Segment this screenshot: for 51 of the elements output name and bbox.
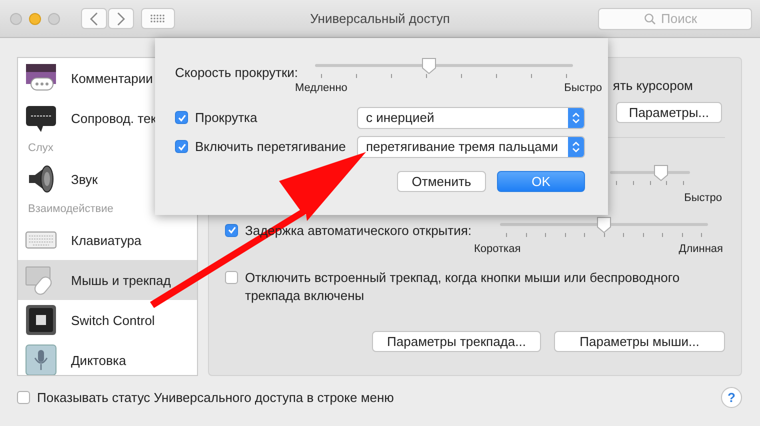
checkbox-label: Включить перетягивание	[195, 139, 346, 154]
grid-icon	[150, 14, 166, 24]
sidebar-item[interactable]: Диктовка	[18, 340, 197, 375]
zoom-icon[interactable]	[48, 12, 60, 24]
close-icon[interactable]	[10, 12, 22, 24]
slider-thumb[interactable]	[596, 216, 612, 234]
window-title: Универсальный доступ	[309, 11, 451, 26]
slider-label: Быстро	[684, 192, 722, 204]
checkbox[interactable]	[17, 391, 30, 404]
checkmark-icon	[176, 112, 186, 122]
checkbox[interactable]	[225, 271, 238, 284]
sidebar-item[interactable]: Switch Control	[18, 300, 197, 340]
popup-menu[interactable]: перетягивание тремя пальцами	[357, 136, 585, 158]
option-label: ять курсором	[612, 78, 693, 93]
checkmark-icon	[176, 142, 186, 152]
stepper-icon	[568, 108, 584, 128]
back-button[interactable]	[81, 8, 107, 29]
stepper-icon	[568, 136, 584, 156]
slider-thumb[interactable]	[420, 57, 437, 75]
slider-label: Скорость прокрутки:	[175, 65, 298, 80]
slider-label: Короткая	[474, 243, 521, 255]
search-icon	[644, 12, 656, 24]
slider-label: Длинная	[678, 243, 723, 255]
slider-thumb[interactable]	[653, 164, 670, 182]
checkbox[interactable]	[175, 140, 188, 153]
sidebar-item[interactable]: Клавиатура	[18, 220, 197, 260]
settings-button[interactable]: Параметры мыши...	[554, 331, 725, 352]
help-button[interactable]: ?	[721, 387, 742, 408]
checkbox-label: Прокрутка	[195, 110, 258, 125]
checkbox-label: Показывать статус Универсального доступа в строке меню	[37, 390, 394, 405]
checkmark-icon	[226, 225, 236, 235]
chevron-right-icon	[116, 12, 126, 26]
search-field[interactable]: Поиск	[598, 8, 752, 30]
switch-icon	[25, 304, 57, 336]
slider-label: Медленно	[295, 82, 348, 94]
settings-button[interactable]: Параметры трекпада...	[372, 331, 541, 352]
options-button[interactable]: Параметры...	[616, 102, 722, 123]
cancel-button[interactable]: Отменить	[397, 171, 486, 192]
sidebar-item[interactable]: Мышь и трекпад	[18, 260, 197, 300]
sidebar-header: Взаимодействие	[28, 202, 114, 217]
forward-button[interactable]	[108, 8, 134, 29]
checkbox[interactable]	[175, 111, 188, 124]
checkbox-label: Отключить встроенный трекпад, когда кнопки мыши или беспроводного трекпада включены	[245, 269, 681, 305]
checkbox[interactable]	[225, 224, 238, 236]
minimize-icon[interactable]	[29, 12, 41, 24]
grid-button[interactable]	[141, 8, 175, 29]
chevron-left-icon	[89, 12, 99, 26]
slider-label: Быстро	[564, 82, 602, 94]
popup-menu[interactable]: с инерцией	[357, 106, 585, 128]
sidebar-header: Слух	[28, 141, 54, 156]
microphone-icon	[25, 344, 57, 375]
